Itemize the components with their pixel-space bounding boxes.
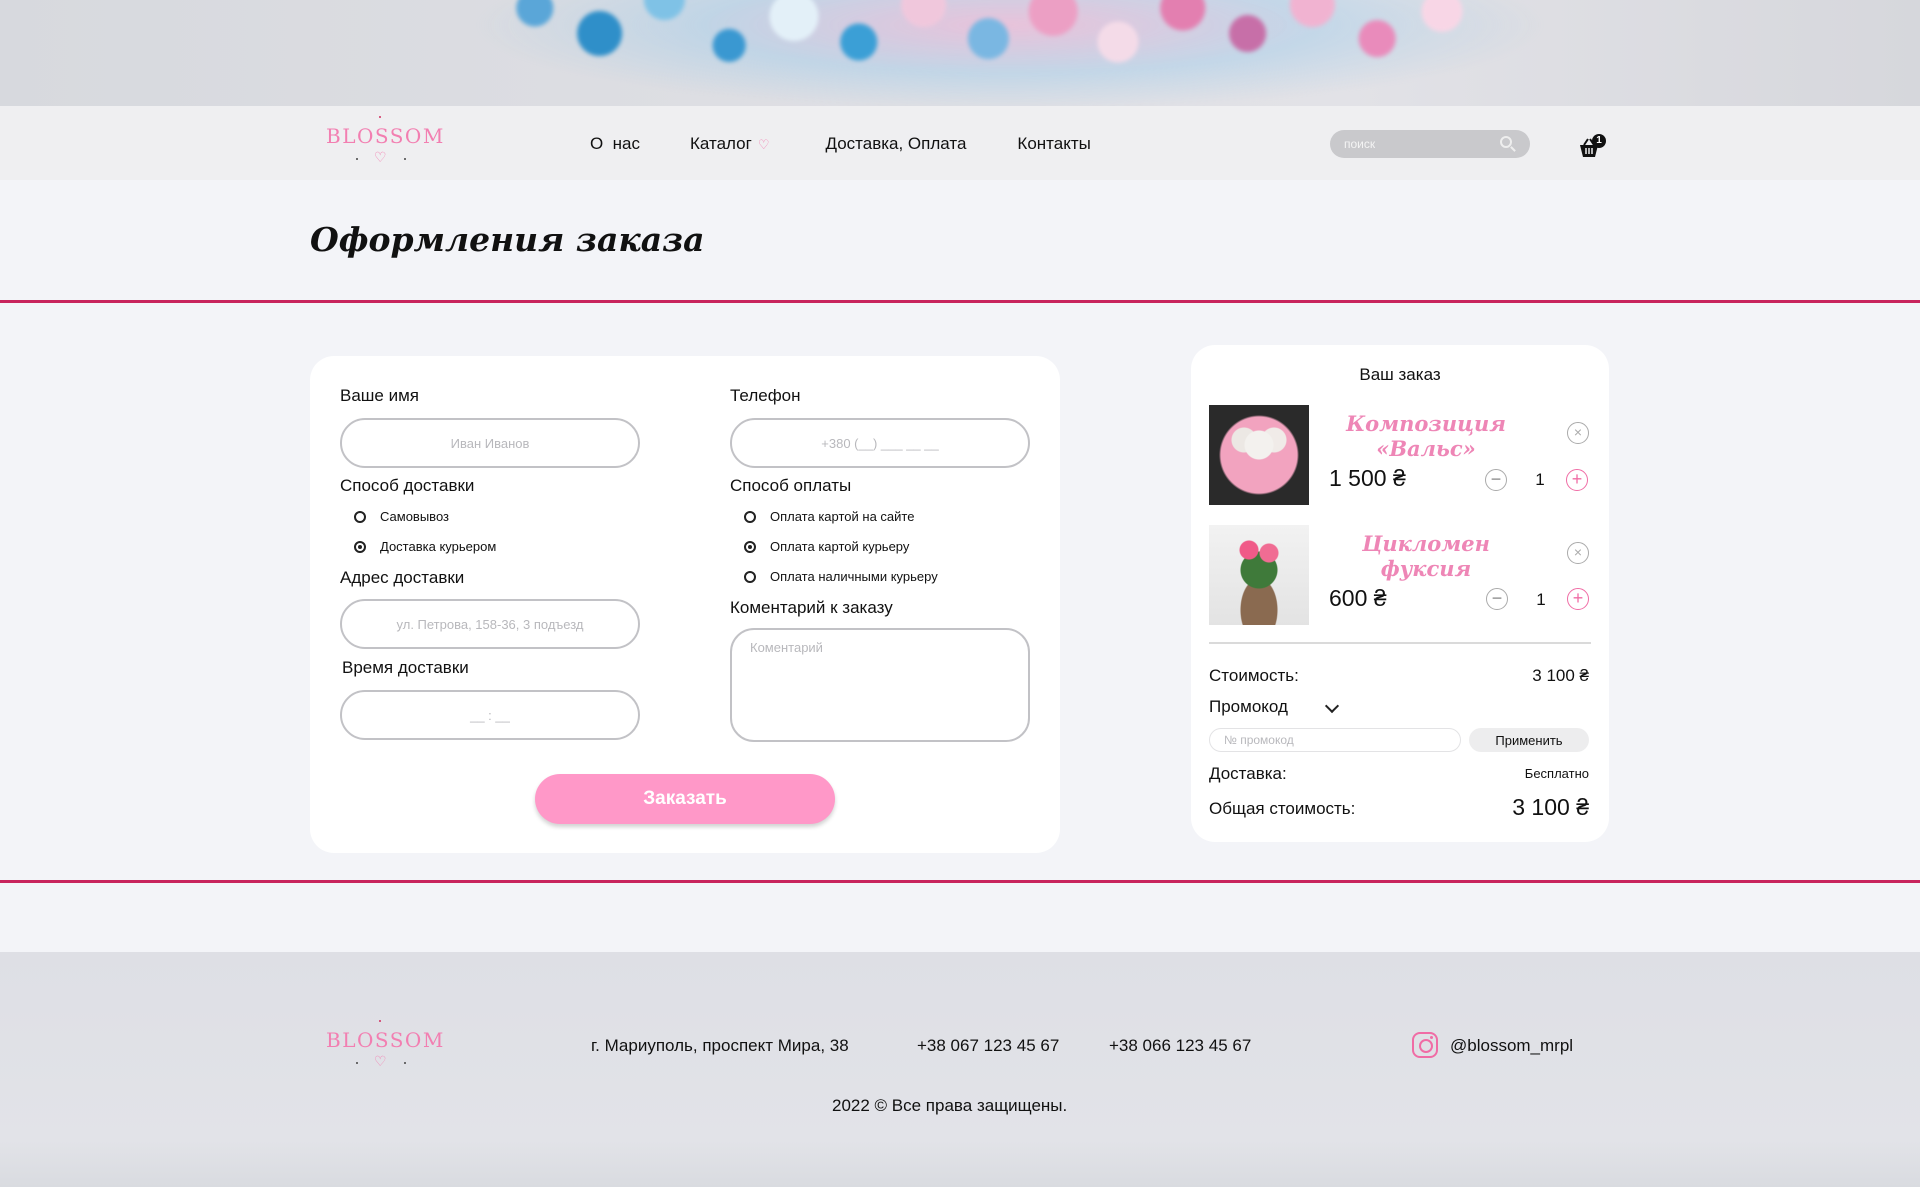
radio-pay-online[interactable]: Оплата картой на сайте bbox=[744, 509, 914, 524]
radio-pay-cash-courier[interactable]: Оплата наличными курьеру bbox=[744, 569, 938, 584]
item-name[interactable]: Композиция «Вальс» bbox=[1321, 411, 1531, 461]
order-title: Ваш заказ bbox=[1359, 365, 1441, 384]
footer-phone-1[interactable]: +38 067 123 45 67 bbox=[917, 1036, 1059, 1056]
qty-plus-button[interactable]: + bbox=[1566, 469, 1588, 491]
nav-catalog-label: Каталог bbox=[690, 134, 752, 153]
radio-button bbox=[354, 510, 366, 523]
tulip-icon: ♡ bbox=[757, 137, 770, 152]
hero-banner bbox=[0, 0, 1920, 106]
qty-value: 1 bbox=[1535, 470, 1545, 489]
site-header: BLOSSOM ♡ О нас Каталог ♡ Доставка, Оплат… bbox=[0, 106, 1920, 180]
phone-label: Телефон bbox=[730, 386, 801, 405]
nav-delivery[interactable]: Доставка, Оплата bbox=[825, 134, 966, 154]
promo-field[interactable] bbox=[1210, 729, 1460, 751]
search-icon[interactable] bbox=[1500, 136, 1512, 148]
time-field[interactable] bbox=[342, 692, 638, 738]
site-footer: BLOSSOM ♡ г. Мариуполь, проспект Мира, 3… bbox=[0, 952, 1920, 1187]
phone-field-wrap bbox=[730, 418, 1030, 468]
address-label: Адрес доставки bbox=[340, 568, 465, 587]
radio-button-selected bbox=[354, 540, 366, 553]
name-field-wrap bbox=[340, 418, 640, 468]
payment-method-label: Способ оплаты bbox=[730, 476, 852, 495]
remove-item-icon[interactable]: × bbox=[1567, 542, 1589, 564]
order-submit-button[interactable]: Заказать bbox=[535, 774, 835, 824]
tulip-icon: ♡ bbox=[374, 1054, 387, 1070]
delivery-label: Доставка: bbox=[1209, 764, 1287, 783]
cart-button[interactable]: 1 bbox=[1576, 130, 1606, 160]
item-name[interactable]: Цикломен фуксия bbox=[1321, 531, 1531, 581]
instagram-handle[interactable]: @blossom_mrpl bbox=[1450, 1036, 1573, 1056]
cost-label: Стоимость: bbox=[1209, 666, 1299, 685]
item-price: 600 ₴ bbox=[1329, 585, 1387, 611]
radio-button bbox=[744, 510, 756, 523]
total-value: 3 100 ₴ bbox=[1512, 794, 1589, 820]
tulip-icon: ♡ bbox=[374, 150, 387, 166]
time-field-wrap bbox=[340, 690, 640, 740]
radio-button-selected bbox=[744, 540, 756, 553]
remove-item-icon[interactable]: × bbox=[1567, 422, 1589, 444]
search-input[interactable] bbox=[1330, 130, 1480, 158]
footer-address: г. Мариуполь, проспект Мира, 38 bbox=[591, 1036, 849, 1055]
item-price: 1 500 ₴ bbox=[1329, 465, 1406, 491]
flowers-image bbox=[470, 0, 1550, 106]
name-field[interactable] bbox=[342, 420, 638, 466]
delivery-method-label: Способ доставки bbox=[340, 476, 475, 495]
copyright: 2022 © Все права защищены. bbox=[832, 1096, 1068, 1115]
divider bbox=[0, 880, 1920, 883]
nav-contacts[interactable]: Контакты bbox=[1017, 134, 1090, 154]
page-title: Оформления заказа bbox=[310, 220, 705, 259]
comment-field-wrap bbox=[730, 628, 1030, 742]
logo[interactable]: BLOSSOM ♡ bbox=[326, 1016, 445, 1076]
name-label: Ваше имя bbox=[340, 386, 419, 405]
total-label: Общая стоимость: bbox=[1209, 799, 1356, 818]
address-field-wrap bbox=[340, 599, 640, 649]
logo-text: BLOSSOM bbox=[326, 1028, 445, 1052]
footer-phone-2[interactable]: +38 066 123 45 67 bbox=[1109, 1036, 1251, 1056]
divider bbox=[1209, 642, 1591, 644]
qty-plus-button[interactable]: + bbox=[1567, 588, 1589, 610]
qty-minus-button[interactable]: − bbox=[1485, 469, 1507, 491]
qty-value: 1 bbox=[1536, 590, 1546, 609]
radio-pay-card-courier[interactable]: Оплата картой курьеру bbox=[744, 539, 909, 554]
product-image[interactable] bbox=[1209, 525, 1309, 625]
comment-label: Коментарий к заказу bbox=[730, 598, 893, 617]
search-box bbox=[1330, 130, 1530, 158]
radio-courier-delivery[interactable]: Доставка курьером bbox=[354, 539, 496, 554]
main-nav: О нас Каталог ♡ Доставка, Оплата Контакты bbox=[590, 134, 1091, 154]
delivery-value: Бесплатно bbox=[1524, 766, 1589, 781]
phone-field[interactable] bbox=[732, 420, 1028, 466]
address-field[interactable] bbox=[342, 601, 638, 647]
logo-text: BLOSSOM bbox=[326, 124, 445, 148]
radio-button bbox=[744, 570, 756, 583]
nav-about[interactable]: О нас bbox=[590, 134, 640, 154]
apply-promo-button[interactable]: Применить bbox=[1469, 728, 1589, 752]
instagram-icon[interactable] bbox=[1412, 1032, 1438, 1058]
logo[interactable]: BLOSSOM ♡ bbox=[326, 112, 445, 172]
time-label: Время доставки bbox=[342, 658, 469, 677]
chevron-down-icon[interactable] bbox=[1324, 698, 1340, 714]
comment-field[interactable] bbox=[732, 630, 1028, 740]
radio-pickup[interactable]: Самовывоз bbox=[354, 509, 449, 524]
promo-label[interactable]: Промокод bbox=[1209, 697, 1288, 717]
qty-minus-button[interactable]: − bbox=[1486, 588, 1508, 610]
cost-value: 3 100 ₴ bbox=[1532, 666, 1589, 685]
product-image[interactable] bbox=[1209, 405, 1309, 505]
order-summary: Ваш заказ Композиция «Вальс» × 1 500 ₴ −… bbox=[1191, 345, 1609, 842]
cart-count-badge: 1 bbox=[1592, 134, 1606, 148]
divider bbox=[0, 300, 1920, 303]
promo-field-wrap bbox=[1209, 728, 1461, 752]
nav-catalog[interactable]: Каталог ♡ bbox=[690, 134, 769, 154]
checkout-form: Ваше имя Телефон Способ доставки Самовыв… bbox=[310, 356, 1060, 853]
